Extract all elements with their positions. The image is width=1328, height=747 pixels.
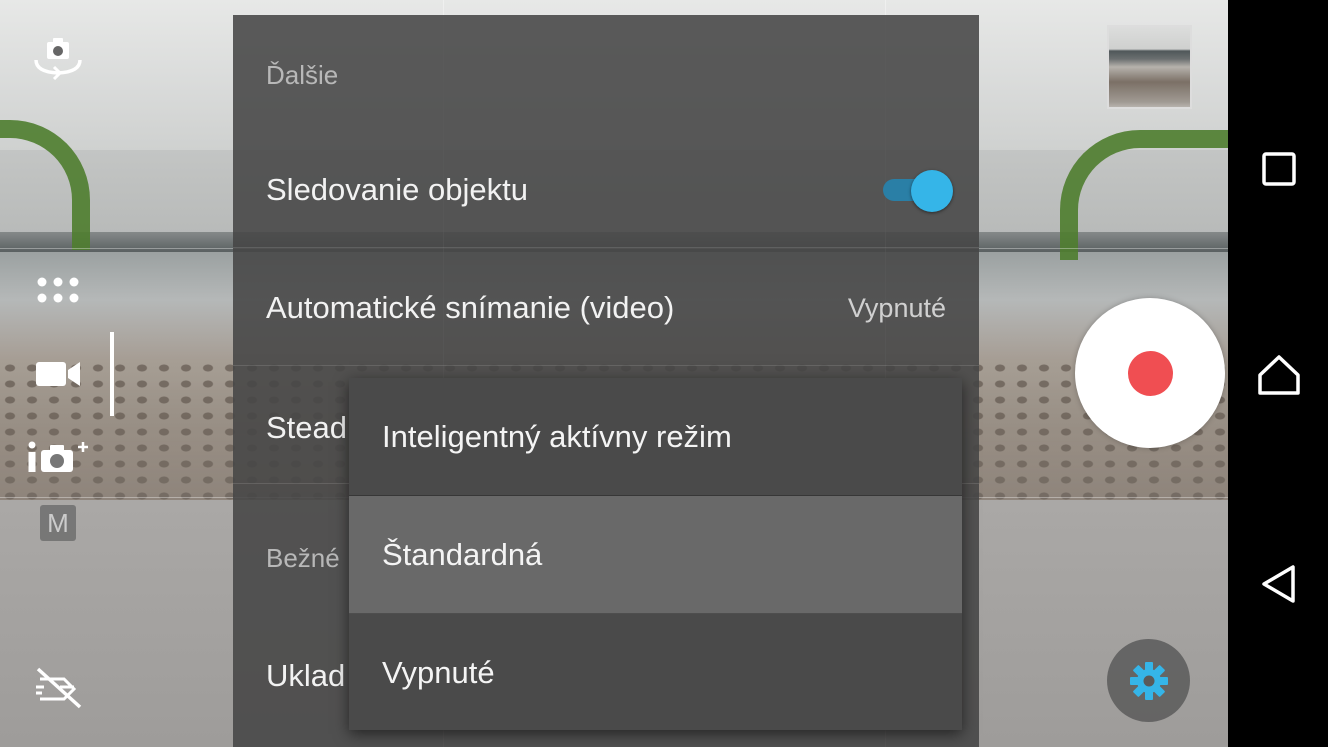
switch-camera-icon[interactable]: [24, 33, 92, 83]
menu-option-standard[interactable]: Štandardná: [349, 496, 962, 614]
record-icon: [1127, 350, 1173, 396]
record-button[interactable]: [1075, 298, 1225, 448]
steadyshot-options-menu: Inteligentný aktívny režim Štandardná Vy…: [349, 378, 962, 730]
gear-icon: [1129, 661, 1168, 700]
menu-option-off[interactable]: Vypnuté: [349, 614, 962, 732]
object-tracking-toggle[interactable]: [883, 170, 953, 212]
manual-mode-label: M: [40, 505, 76, 541]
setting-label: Sledovanie objektu: [266, 172, 528, 207]
flash-off-icon[interactable]: [24, 663, 92, 713]
section-header-more: Ďalšie: [266, 60, 339, 90]
menu-option-label: Inteligentný aktívny režim: [382, 419, 732, 454]
manual-mode-icon[interactable]: M: [24, 498, 92, 548]
recents-icon[interactable]: [1252, 142, 1306, 196]
section-header-common: Bežné: [266, 543, 340, 573]
settings-button[interactable]: [1107, 639, 1190, 722]
menu-option-label: Štandardná: [382, 537, 543, 572]
apps-grid-icon[interactable]: [24, 265, 92, 315]
setting-label: Automatické snímanie (video): [266, 290, 675, 325]
photo-camera-plus-icon[interactable]: [24, 432, 92, 482]
left-toolbar: M: [0, 0, 116, 747]
setting-label: Stead: [266, 410, 348, 445]
menu-option-intelligent-active[interactable]: Inteligentný aktívny režim: [349, 378, 962, 496]
back-icon[interactable]: [1252, 557, 1306, 611]
setting-row-object-tracking[interactable]: Sledovanie objektu: [233, 130, 979, 248]
toggle-thumb: [911, 170, 953, 212]
video-camera-icon[interactable]: [24, 349, 92, 399]
system-navigation-bar: [1228, 0, 1328, 747]
setting-label: Uklad: [266, 658, 346, 693]
setting-row-auto-capture-video[interactable]: Automatické snímanie (video) Vypnuté: [233, 248, 979, 366]
home-icon[interactable]: [1252, 348, 1306, 402]
active-mode-indicator: [110, 332, 114, 416]
menu-option-label: Vypnuté: [382, 655, 495, 690]
setting-value: Vypnuté: [847, 293, 946, 323]
last-capture-thumbnail[interactable]: [1107, 25, 1192, 109]
